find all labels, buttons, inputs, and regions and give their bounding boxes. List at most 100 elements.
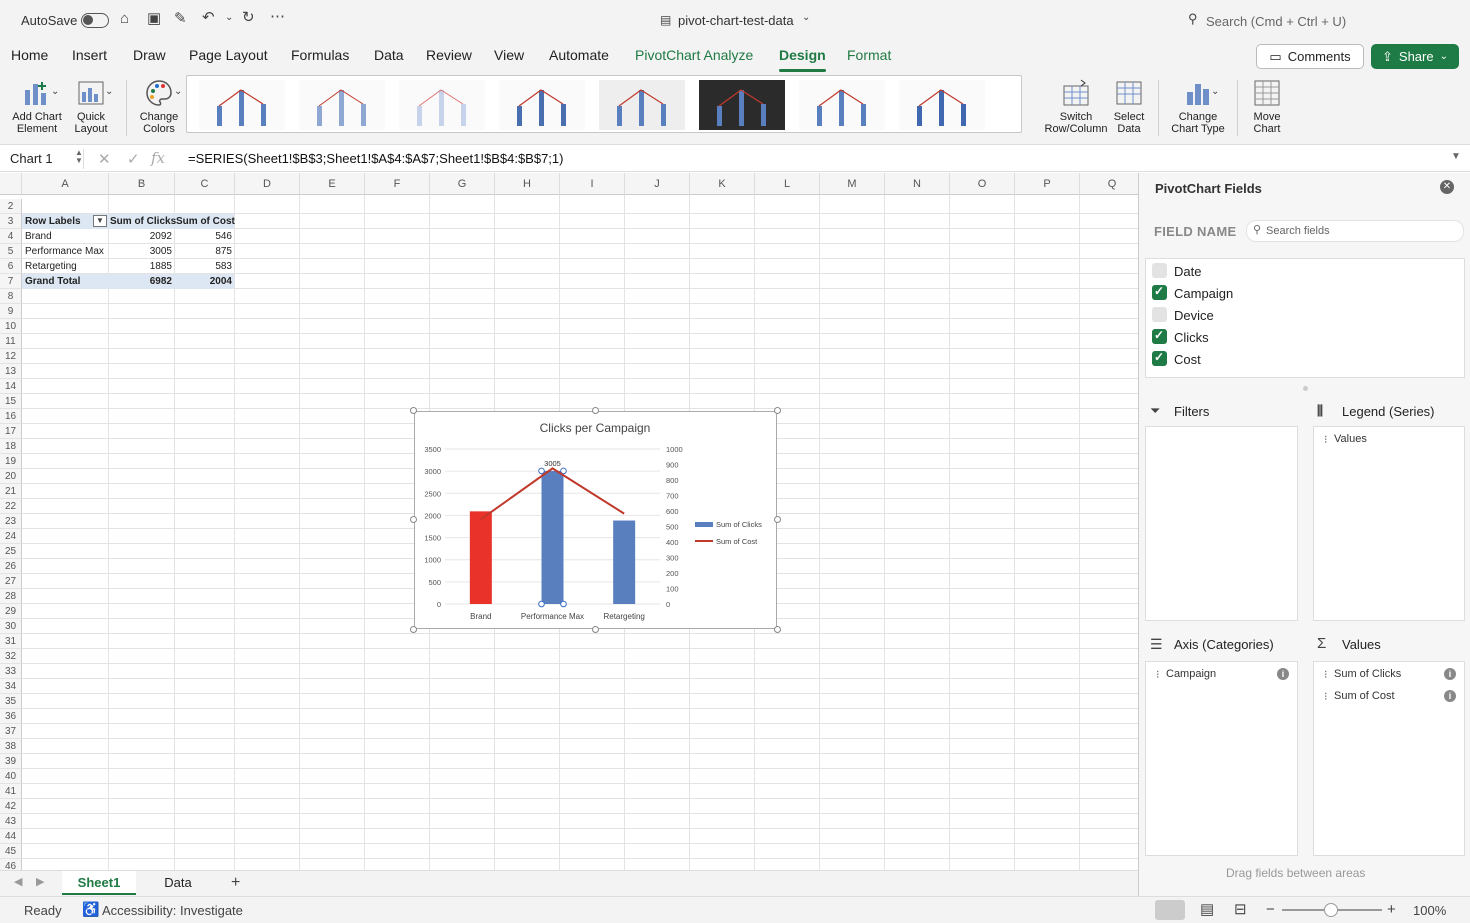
field-label-campaign[interactable]: Campaign [1174,286,1233,301]
row-header[interactable]: 40 [0,769,22,784]
y-left-tick-label[interactable]: 3500 [424,445,441,454]
column-header[interactable]: N [885,173,950,195]
y-left-tick-label[interactable]: 3000 [424,467,441,476]
column-header[interactable]: A [22,173,109,195]
pivot-total-cost[interactable]: 2004 [176,274,232,289]
move-chart-button[interactable]: Move Chart [1246,78,1288,135]
resize-handle[interactable] [774,516,781,523]
info-icon[interactable]: i [1444,690,1456,702]
row-header[interactable]: 43 [0,814,22,829]
filters-drop-area[interactable] [1145,426,1298,621]
drag-handle-icon[interactable]: ⁝ [1324,668,1328,681]
row-header[interactable]: 13 [0,364,22,379]
row-header[interactable]: 5 [0,244,22,259]
row-header[interactable]: 15 [0,394,22,409]
zoom-slider-thumb[interactable] [1324,903,1338,917]
undo-icon[interactable]: ↶ [202,10,215,25]
axis-drop-area[interactable]: ⁝ Campaign i [1145,661,1298,856]
y-left-tick-label[interactable]: 500 [428,578,441,587]
autosave-toggle[interactable] [81,13,109,28]
row-header[interactable]: 24 [0,529,22,544]
bar-selection-handle[interactable] [538,467,545,475]
chart-style-8[interactable] [899,80,985,130]
bar[interactable] [469,511,492,604]
pivot-total-label[interactable]: Grand Total [25,274,80,289]
resize-handle[interactable] [410,407,417,414]
normal-view-icon[interactable] [1155,900,1185,920]
zoom-in-icon[interactable]: + [1387,902,1396,917]
change-colors-chevron-down-icon[interactable]: ⌄ [174,87,182,97]
pivot-header-sum-clicks[interactable]: Sum of Clicks [110,214,176,229]
y-right-tick-label[interactable]: 900 [666,461,679,470]
undo-dropdown-icon[interactable]: ⌄ [225,13,233,23]
y-left-tick-label[interactable]: 1500 [424,534,441,543]
legend-label[interactable]: Sum of Clicks [716,520,762,529]
row-header[interactable]: 23 [0,514,22,529]
resize-handle[interactable] [774,407,781,414]
column-header[interactable]: K [690,173,755,195]
field-checkbox-clicks[interactable] [1152,328,1167,344]
zoom-level[interactable]: 100% [1413,903,1446,918]
select-all-corner[interactable] [0,173,22,195]
pivot-row-clicks[interactable]: 1885 [110,259,172,274]
y-left-tick-label[interactable]: 1000 [424,556,441,565]
chart-style-5[interactable] [599,80,685,130]
row-header[interactable]: 44 [0,829,22,844]
row-header[interactable]: 6 [0,259,22,274]
chart-style-1[interactable] [199,80,285,130]
change-chart-type-button[interactable]: Change Chart Type [1166,78,1230,135]
bar-selection-handle[interactable] [560,467,567,475]
fx-icon[interactable]: fx [151,151,165,166]
info-icon[interactable]: i [1277,668,1289,680]
row-header[interactable]: 26 [0,559,22,574]
tab-data[interactable]: Data [374,47,404,63]
tab-formulas[interactable]: Formulas [291,47,349,63]
field-label-cost[interactable]: Cost [1174,352,1201,367]
row-header[interactable]: 28 [0,589,22,604]
row-header[interactable]: 36 [0,709,22,724]
page-break-view-icon[interactable]: ⊟ [1234,902,1247,917]
row-header[interactable]: 7 [0,274,22,289]
search-fields-input[interactable]: ⚲ Search fields [1246,220,1464,242]
row-header[interactable]: 38 [0,739,22,754]
y-left-tick-label[interactable]: 0 [437,600,441,609]
column-header[interactable]: O [950,173,1015,195]
row-header[interactable]: 42 [0,799,22,814]
tab-insert[interactable]: Insert [72,47,107,63]
chart-title[interactable]: Clicks per Campaign [540,421,651,435]
y-right-tick-label[interactable]: 600 [666,507,679,516]
resize-handle[interactable] [592,407,599,414]
column-header[interactable]: H [495,173,560,195]
redo-icon[interactable]: ↻ [242,10,255,25]
tab-view[interactable]: View [494,47,524,63]
y-right-tick-label[interactable]: 1000 [666,445,683,454]
drag-handle-icon[interactable]: ⁝ [1324,690,1328,703]
row-header[interactable]: 46 [0,859,22,870]
row-header[interactable]: 25 [0,544,22,559]
row-header[interactable]: 33 [0,664,22,679]
column-header[interactable]: P [1015,173,1080,195]
tab-pivotchart-analyze[interactable]: PivotChart Analyze [635,47,753,63]
row-header[interactable]: 32 [0,649,22,664]
field-checkbox-campaign[interactable] [1152,284,1167,300]
y-right-tick-label[interactable]: 800 [666,476,679,485]
change-chart-type-chevron-down-icon[interactable]: ⌄ [1211,87,1219,97]
more-icon[interactable]: ⋯ [270,9,285,24]
select-data-button[interactable]: Select Data [1110,78,1148,135]
column-header[interactable]: B [109,173,175,195]
quick-layout-chevron-down-icon[interactable]: ⌄ [105,87,113,97]
column-header[interactable]: J [625,173,690,195]
pivot-row-cost[interactable]: 546 [176,229,232,244]
save-as-icon[interactable]: ✎ [174,11,187,26]
share-button[interactable]: ⇪ Share ⌄ [1371,44,1459,69]
bar-selection-handle[interactable] [560,600,567,608]
values-item-sum-cost[interactable]: Sum of Cost [1334,690,1395,702]
enter-icon[interactable]: ✓ [127,152,140,167]
x-tick-label[interactable]: Retargeting [603,612,644,621]
name-box[interactable]: Chart 1 [4,149,84,169]
chart-style-7[interactable] [799,80,885,130]
scroll-left-icon[interactable]: ◀ [14,877,22,888]
row-header[interactable]: 12 [0,349,22,364]
row-header[interactable]: 21 [0,484,22,499]
legend-label[interactable]: Sum of Cost [716,537,758,546]
